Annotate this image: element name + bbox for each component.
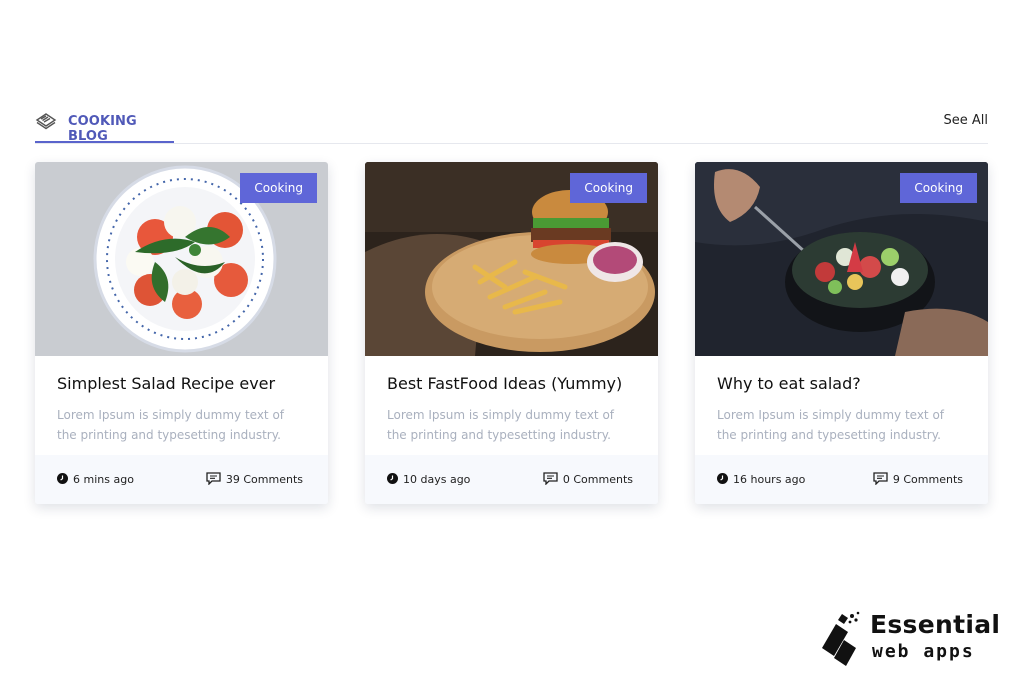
blog-card[interactable]: Cooking Best FastFood Ideas (Yummy) Lore…: [365, 162, 658, 504]
category-badge[interactable]: Cooking: [240, 173, 317, 203]
category-badge[interactable]: Cooking: [900, 173, 977, 203]
card-image-salad[interactable]: Cooking: [35, 162, 328, 356]
clock-icon: [387, 473, 398, 484]
post-time: 6 mins ago: [57, 473, 134, 486]
clock-icon: [717, 473, 728, 484]
card-image-salad-bowl[interactable]: Cooking: [695, 162, 988, 356]
card-footer: 16 hours ago 9 Comments: [695, 455, 988, 504]
comment-count[interactable]: 0 Comments: [543, 472, 633, 486]
essential-web-apps-logo: Essential web apps: [822, 608, 1002, 670]
comment-count[interactable]: 9 Comments: [873, 472, 963, 486]
card-image-fastfood[interactable]: Cooking: [365, 162, 658, 356]
post-time: 10 days ago: [387, 473, 470, 486]
tab-label: COOKING BLOG: [68, 114, 137, 144]
card-title[interactable]: Best FastFood Ideas (Yummy): [387, 374, 647, 393]
comment-count-text: 39 Comments: [225, 473, 303, 486]
post-time-text: 10 days ago: [403, 473, 471, 486]
comment-icon: [206, 472, 221, 485]
blog-section-page: COOKING BLOG See All Cooking Simplest Sa…: [0, 0, 1024, 683]
blog-card[interactable]: Cooking Simplest Salad Recipe ever Lorem…: [35, 162, 328, 504]
post-time-text: 6 mins ago: [73, 473, 134, 486]
see-all-link[interactable]: See All: [944, 113, 989, 128]
comment-count-text: 0 Comments: [562, 473, 633, 486]
post-time: 16 hours ago: [717, 473, 805, 486]
blog-card[interactable]: Cooking Why to eat salad? Lorem Ipsum is…: [695, 162, 988, 504]
card-footer: 6 mins ago 39 Comments: [35, 455, 328, 504]
logo-text-line2: web apps: [872, 641, 975, 662]
comment-icon: [873, 472, 888, 485]
card-footer: 10 days ago 0 Comments: [365, 455, 658, 504]
clock-icon: [57, 473, 68, 484]
card-title[interactable]: Simplest Salad Recipe ever: [57, 374, 317, 393]
section-header: COOKING BLOG See All: [35, 108, 988, 144]
comment-count[interactable]: 39 Comments: [206, 472, 303, 486]
card-excerpt: Lorem Ipsum is simply dummy text of the …: [57, 408, 285, 442]
category-badge[interactable]: Cooking: [570, 173, 647, 203]
logo-text-line1: Essential: [870, 610, 1001, 639]
card-title[interactable]: Why to eat salad?: [717, 374, 977, 393]
logo-mark-icon: [822, 611, 860, 666]
post-time-text: 16 hours ago: [733, 473, 806, 486]
newspaper-icon: [35, 113, 57, 130]
comment-count-text: 9 Comments: [892, 473, 963, 486]
card-excerpt: Lorem Ipsum is simply dummy text of the …: [387, 408, 615, 442]
tab-cooking-blog[interactable]: COOKING BLOG: [35, 108, 174, 144]
card-excerpt: Lorem Ipsum is simply dummy text of the …: [717, 408, 945, 442]
comment-icon: [543, 472, 558, 485]
